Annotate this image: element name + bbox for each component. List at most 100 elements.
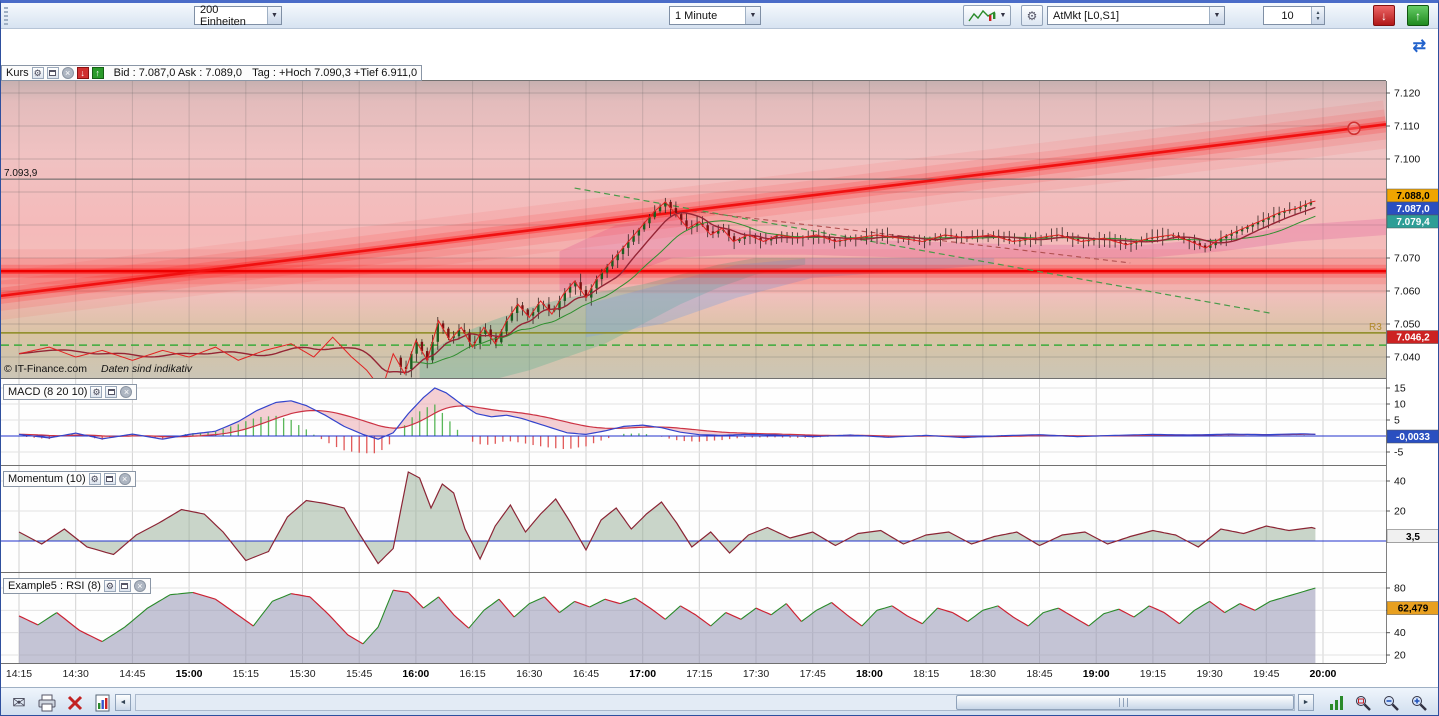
time-label: 19:00 xyxy=(1068,668,1124,680)
time-label: 19:45 xyxy=(1238,668,1294,680)
chevron-down-icon: ▼ xyxy=(267,7,281,24)
buy-arrow-icon: ↑ xyxy=(1415,9,1421,23)
toolbar-grip[interactable] xyxy=(4,7,8,25)
spinner-arrows[interactable]: ▲ ▼ xyxy=(1311,7,1324,24)
macd-panel-header: MACD (8 20 10) ⚙ × xyxy=(3,384,137,400)
chevron-down-icon: ▼ xyxy=(1000,12,1007,19)
time-label: 18:30 xyxy=(955,668,1011,680)
units-dropdown[interactable]: 200 Einheiten ▼ xyxy=(194,6,282,25)
rsi-panel-header: Example5 : RSI (8) ⚙ × xyxy=(3,578,151,594)
chart-area: 7.093,9R3© IT-Finance.comDaten sind indi… xyxy=(1,63,1439,687)
units-dropdown-value: 200 Einheiten xyxy=(200,4,263,28)
close-icon[interactable]: × xyxy=(119,473,131,485)
scroll-left-button[interactable]: ◄ xyxy=(115,694,131,711)
zoom-out-icon xyxy=(1382,694,1401,713)
window-icon[interactable] xyxy=(47,67,59,79)
time-label: 17:30 xyxy=(728,668,784,680)
value-box-label: 7.088,0 xyxy=(1396,191,1430,202)
time-label: 17:00 xyxy=(615,668,671,680)
time-label: 17:45 xyxy=(785,668,841,680)
time-label: 15:00 xyxy=(161,668,217,680)
buy-shortcut-icon[interactable]: ↑ xyxy=(92,67,104,79)
printer-icon xyxy=(37,694,57,712)
time-label: 16:45 xyxy=(558,668,614,680)
horizontal-scrollbar[interactable] xyxy=(135,694,1295,711)
chart-style-button[interactable]: ▼ xyxy=(963,5,1011,26)
time-axis: 14:1514:3014:4515:0015:1515:3015:4516:00… xyxy=(1,665,1386,687)
top-toolbar: 200 Einheiten ▼ 1 Minute ▼ ▼ ⚙ AtMkt [L0… xyxy=(1,3,1438,29)
zoom-in-button[interactable] xyxy=(1407,691,1431,715)
time-label: 16:00 xyxy=(388,668,444,680)
window-icon[interactable] xyxy=(105,386,117,398)
value-box-label: 7.087,0 xyxy=(1396,204,1430,215)
time-label: 18:45 xyxy=(1012,668,1068,680)
timeframe-dropdown[interactable]: 1 Minute ▼ xyxy=(669,6,761,25)
close-icon[interactable]: × xyxy=(134,580,146,592)
trend-line-handle[interactable] xyxy=(1348,122,1360,134)
axis-tick-label: -5 xyxy=(1394,447,1403,459)
scrollbar-thumb[interactable] xyxy=(956,695,1294,710)
transfer-arrows-icon[interactable]: ⇄ xyxy=(1413,36,1426,56)
wrench-icon: ⚙ xyxy=(1027,9,1038,23)
axis-tick-label: 7.070 xyxy=(1394,253,1420,265)
quantity-value: 10 xyxy=(1264,10,1311,22)
axis-tick-label: 40 xyxy=(1394,476,1406,488)
axis-tick-label: 20 xyxy=(1394,506,1406,518)
axis-tick-label: 7.120 xyxy=(1394,88,1420,100)
wrench-icon[interactable]: ⚙ xyxy=(32,67,44,79)
fit-chart-icon xyxy=(1328,694,1346,712)
time-label: 18:15 xyxy=(898,668,954,680)
time-label: 16:15 xyxy=(445,668,501,680)
mail-button[interactable]: ✉ xyxy=(7,691,31,715)
axis-tick-label: 80 xyxy=(1394,583,1406,595)
scroll-left-icon: ◄ xyxy=(120,699,127,706)
window-icon[interactable] xyxy=(119,580,131,592)
zoom-in-icon xyxy=(1410,694,1429,713)
red-x-icon xyxy=(66,694,84,712)
wrench-icon[interactable]: ⚙ xyxy=(90,386,102,398)
window-icon-glyph xyxy=(106,476,113,482)
spin-down-icon[interactable]: ▼ xyxy=(1316,16,1321,22)
zoom-out-button[interactable] xyxy=(1379,691,1403,715)
fit-chart-button[interactable] xyxy=(1325,691,1349,715)
print-button[interactable] xyxy=(35,691,59,715)
axis-tick-label: 15 xyxy=(1394,383,1406,395)
wrench-icon[interactable]: ⚙ xyxy=(89,473,101,485)
time-label: 16:30 xyxy=(501,668,557,680)
thumb-grip xyxy=(1119,698,1131,707)
mini-chart-icon xyxy=(968,8,998,24)
time-label: 14:15 xyxy=(0,668,47,680)
window-icon-glyph xyxy=(49,70,56,76)
secondary-toolbar: ⇄ xyxy=(1,29,1438,63)
disable-button[interactable] xyxy=(63,691,87,715)
chevron-down-icon: ▼ xyxy=(745,7,760,24)
chart-report-icon xyxy=(94,694,112,712)
close-icon[interactable]: × xyxy=(120,386,132,398)
sell-button[interactable]: ↓ xyxy=(1373,5,1395,26)
axis-tick-label: 7.040 xyxy=(1394,352,1420,364)
time-label: 15:45 xyxy=(331,668,387,680)
copyright-label: © IT-Finance.com xyxy=(4,363,87,375)
wrench-icon[interactable]: ⚙ xyxy=(104,580,116,592)
value-box-label: 7.046,2 xyxy=(1396,333,1430,344)
window-icon[interactable] xyxy=(104,473,116,485)
scroll-right-button[interactable]: ► xyxy=(1298,694,1314,711)
order-type-dropdown[interactable]: AtMkt [L0,S1] ▼ xyxy=(1047,6,1225,25)
quantity-spinner[interactable]: 10 ▲ ▼ xyxy=(1263,6,1325,25)
time-label: 14:30 xyxy=(48,668,104,680)
close-icon[interactable]: × xyxy=(62,67,74,79)
time-label: 15:30 xyxy=(274,668,330,680)
sell-shortcut-icon[interactable]: ↓ xyxy=(77,67,89,79)
chart-canvas[interactable]: 7.093,9R3© IT-Finance.comDaten sind indi… xyxy=(1,63,1439,665)
zoom-area-button[interactable] xyxy=(1351,691,1375,715)
rsi-panel-title: Example5 : RSI (8) xyxy=(8,580,101,592)
magnifier-icon xyxy=(1354,694,1373,713)
momentum-panel-title: Momentum (10) xyxy=(8,473,86,485)
buy-button[interactable]: ↑ xyxy=(1407,5,1429,26)
axis-tick-label: 7.110 xyxy=(1394,121,1420,133)
price-panel-title: Kurs xyxy=(6,67,29,79)
wrench-button[interactable]: ⚙ xyxy=(1021,5,1043,26)
report-button[interactable] xyxy=(91,691,115,715)
axis-tick-label: 7.060 xyxy=(1394,286,1420,298)
value-box-label: 7.079,4 xyxy=(1396,217,1430,228)
